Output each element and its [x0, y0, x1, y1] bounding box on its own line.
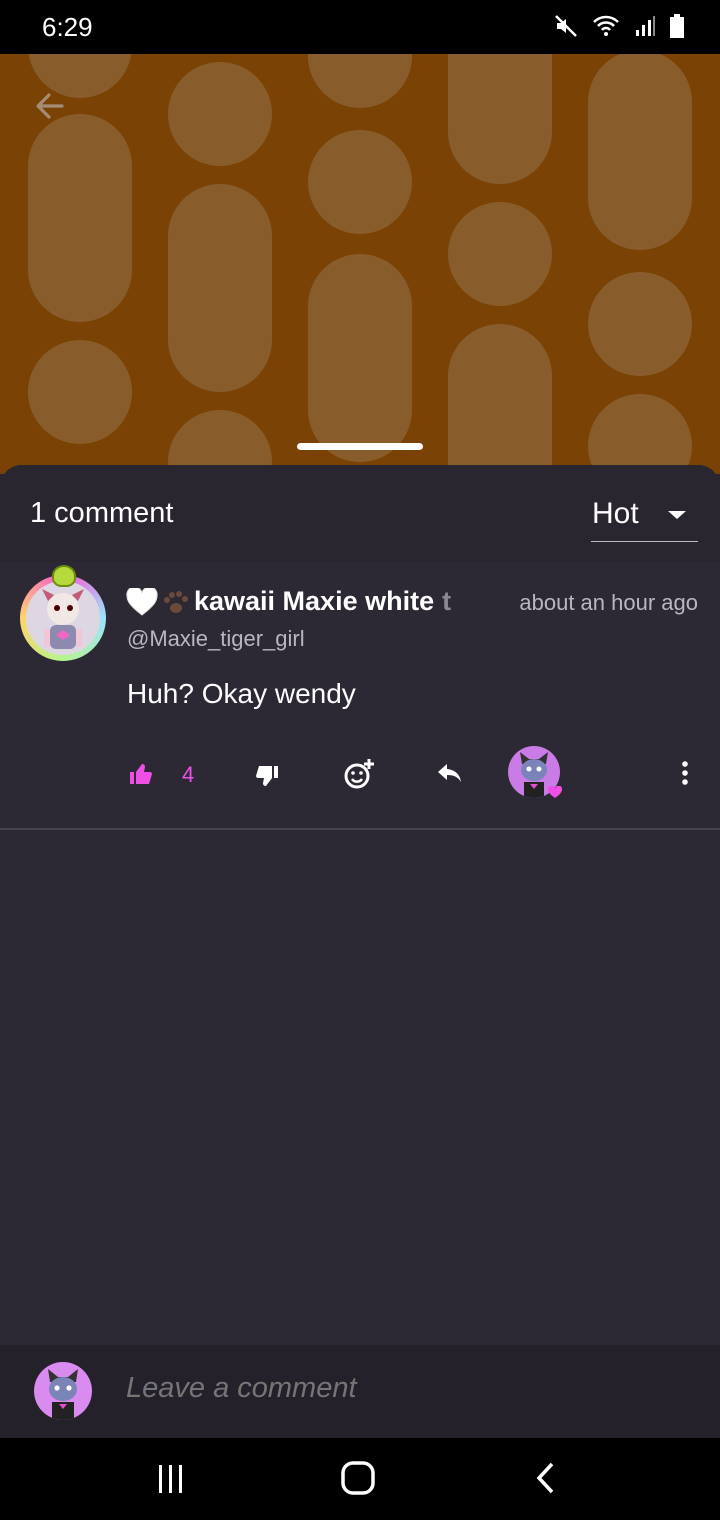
cover-background: [0, 54, 720, 474]
system-nav-bar: [0, 1438, 720, 1520]
wifi-icon: [593, 15, 619, 36]
comment-body: Huh? Okay wendy: [127, 678, 356, 709]
home-icon[interactable]: [340, 1460, 376, 1496]
paw-print-icon: [164, 590, 188, 613]
cat-avatar-icon: [48, 1369, 78, 1420]
white-heart-icon: [126, 587, 158, 616]
reply-icon[interactable]: [436, 762, 464, 786]
signal-icon: [636, 16, 655, 36]
avatar-frog-badge-icon: [52, 565, 76, 587]
avatar-figure-icon: [26, 581, 100, 655]
status-time: 6:29: [42, 12, 93, 42]
status-bar: 6:29: [0, 0, 720, 54]
more-options-icon[interactable]: [680, 760, 690, 786]
thumbs-down-icon[interactable]: [256, 764, 280, 788]
comment-input[interactable]: [126, 1372, 646, 1405]
comment-timestamp: about an hour ago: [519, 590, 698, 615]
drag-handle[interactable]: [297, 443, 423, 450]
comment-username-overflow: t: [442, 586, 452, 616]
comment-handle: @Maxie_tiger_girl: [127, 626, 305, 651]
thumbs-up-icon[interactable]: [128, 762, 152, 786]
comment-count: 1 comment: [30, 497, 174, 529]
add-reaction-icon[interactable]: [344, 758, 376, 790]
back-arrow-icon[interactable]: [30, 86, 70, 126]
sort-selected-value: Hot: [592, 497, 639, 530]
back-nav-icon[interactable]: [534, 1462, 558, 1494]
avatar[interactable]: [20, 575, 106, 661]
heart-badge-icon: [548, 786, 562, 798]
divider: [0, 828, 720, 830]
comment-username: kawaii Maxie white: [194, 586, 435, 616]
status-icons: [554, 14, 684, 38]
current-user-avatar: [34, 1362, 92, 1420]
mute-icon: [555, 15, 577, 37]
recent-apps-icon[interactable]: [156, 1464, 186, 1494]
comment-actions: 4: [0, 742, 720, 806]
battery-icon: [670, 14, 684, 38]
like-count: 4: [182, 762, 195, 787]
caret-down-icon: [668, 511, 686, 519]
comment-author[interactable]: kawaii Maxie white t: [126, 586, 451, 617]
sort-dropdown[interactable]: Hot: [591, 495, 698, 542]
